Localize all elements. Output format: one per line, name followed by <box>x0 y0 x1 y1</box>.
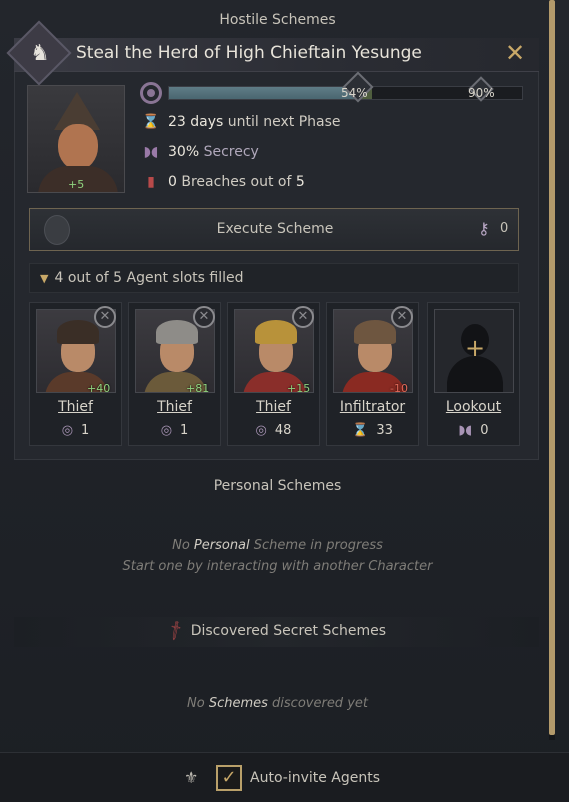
success-icon: ◎ <box>61 423 74 438</box>
secret-empty-suffix: discovered yet <box>267 696 368 711</box>
remove-agent-icon[interactable]: ✕ <box>391 306 413 328</box>
progress-fill-current <box>169 87 360 99</box>
slots-total: 5 <box>113 270 123 286</box>
agent-opinion: +15 <box>287 382 311 393</box>
success-icon: ◎ <box>255 423 267 438</box>
slots-text-end: Agent slots filled <box>122 270 244 286</box>
scheme-title: Steal the Herd of High Chieftain Yesunge <box>76 43 422 63</box>
agent-contribution: ◗◖ 0 <box>428 423 519 438</box>
agent-stat-value: 0 <box>480 423 489 438</box>
breaches-row: ▮ 0 Breaches out of 5 <box>140 174 305 190</box>
agent-slots-toggle[interactable]: ▼ 4 out of 5 Agent slots filled <box>29 263 519 293</box>
secret-schemes-empty: No Schemes discovered yet <box>0 696 555 711</box>
personal-empty-suffix: in progress <box>306 538 383 553</box>
secrecy-value: 30% <box>168 144 200 160</box>
agent-card[interactable]: +15 ✕ Thief ◎ 48 <box>227 302 320 446</box>
success-icon: ◎ <box>160 423 173 438</box>
agent-role-link[interactable]: Infiltrator <box>327 399 418 415</box>
agent-opinion: +40 <box>87 382 111 393</box>
agent-opinion: +81 <box>186 382 210 393</box>
hourglass-icon: ⌛ <box>352 423 369 438</box>
execute-scheme-label: Execute Scheme <box>216 221 334 237</box>
auto-invite-label[interactable]: Auto-invite Agents <box>250 770 380 786</box>
agent-contribution: ⌛ 33 <box>327 423 418 438</box>
breaches-text: Breaches out of <box>176 174 296 190</box>
remove-agent-icon[interactable]: ✕ <box>292 306 314 328</box>
close-icon[interactable]: ✕ <box>503 41 527 65</box>
agent-hat <box>156 320 198 344</box>
secret-empty-prefix: No <box>187 696 209 711</box>
empty-agent-slot[interactable]: + <box>434 309 514 393</box>
phase-days: 23 days <box>168 114 224 130</box>
add-agent-icon[interactable]: + <box>461 334 489 362</box>
agent-card[interactable]: -10 ✕ Infiltrator ⌛ 33 <box>326 302 419 446</box>
agent-role-link[interactable]: Thief <box>228 399 319 415</box>
secret-schemes-title: Discovered Secret Schemes <box>190 623 387 639</box>
agent-role-link[interactable]: Lookout <box>428 399 519 415</box>
personal-schemes-hint: Start one by interacting with another Ch… <box>122 559 433 574</box>
dagger-icon: 🗡 <box>163 619 188 643</box>
personal-empty-mid: Scheme <box>249 538 307 553</box>
key-icon: ⚷ <box>478 219 490 238</box>
agent-hood-icon: ⚜ <box>184 768 199 787</box>
target-face <box>58 124 98 170</box>
horse-head-icon: ♞ <box>30 41 50 66</box>
hostile-schemes-title: Hostile Schemes <box>219 12 336 28</box>
agent-stat-value: 1 <box>81 423 90 438</box>
breaches-max: 5 <box>295 174 305 190</box>
secret-schemes-header: 🗡 Discovered Secret Schemes <box>14 617 539 647</box>
scrollbar-thumb[interactable] <box>549 0 555 735</box>
personal-schemes-empty: No Personal Scheme in progress <box>0 538 555 553</box>
hourglass-icon: ⌛ <box>142 114 160 130</box>
agent-hat <box>354 320 396 344</box>
agent-stat-value: 48 <box>274 423 292 438</box>
personal-empty-bold: Personal <box>193 538 250 553</box>
agent-opinion: -10 <box>390 382 408 393</box>
success-chance-icon <box>140 82 162 104</box>
phase-text: until next Phase <box>223 114 341 130</box>
secrecy-label: Secrecy <box>199 144 259 160</box>
lookout-slot[interactable]: + Lookout ◗◖ 0 <box>427 302 520 446</box>
key-count: 0 <box>500 221 509 236</box>
breach-icon: ▮ <box>147 174 155 190</box>
target-portrait[interactable]: +5 <box>27 85 125 193</box>
mask-icon: ◗◖ <box>458 423 473 438</box>
agent-card[interactable]: +40 ✕ Thief ◎ 1 <box>29 302 122 446</box>
slots-text-mid: out of <box>63 270 114 286</box>
agent-hat <box>57 320 99 344</box>
execute-scheme-button[interactable]: Execute Scheme ⚷ 0 <box>29 208 519 251</box>
target-opinion: +5 <box>68 178 85 191</box>
personal-empty-prefix: No <box>172 538 194 553</box>
personal-schemes-title: Personal Schemes <box>213 478 342 494</box>
remove-agent-icon[interactable]: ✕ <box>193 306 215 328</box>
agent-stat-value: 33 <box>376 423 393 438</box>
secret-empty-bold: Schemes <box>208 696 268 711</box>
agent-contribution: ◎ 1 <box>30 423 121 438</box>
remove-agent-icon[interactable]: ✕ <box>94 306 116 328</box>
agent-role-link[interactable]: Thief <box>30 399 121 415</box>
agent-role-link[interactable]: Thief <box>129 399 220 415</box>
agent-contribution: ◎ 48 <box>228 423 319 438</box>
agent-hat <box>255 320 297 344</box>
current-progress-label: 54% <box>341 86 368 100</box>
mask-icon: ◗◖ <box>143 144 159 160</box>
agent-card[interactable]: +81 ✕ Thief ◎ 1 <box>128 302 221 446</box>
agent-stat-value: 1 <box>180 423 189 438</box>
phase-row: ⌛ 23 days until next Phase <box>140 114 341 130</box>
breaches-count: 0 <box>168 174 177 190</box>
collapse-triangle-icon: ▼ <box>40 272 49 285</box>
auto-invite-checkbox[interactable]: ✓ <box>216 765 242 791</box>
agent-contribution: ◎ 1 <box>129 423 220 438</box>
target-progress-label: 90% <box>468 86 495 100</box>
secrecy-row: ◗◖ 30% Secrecy <box>140 144 259 160</box>
